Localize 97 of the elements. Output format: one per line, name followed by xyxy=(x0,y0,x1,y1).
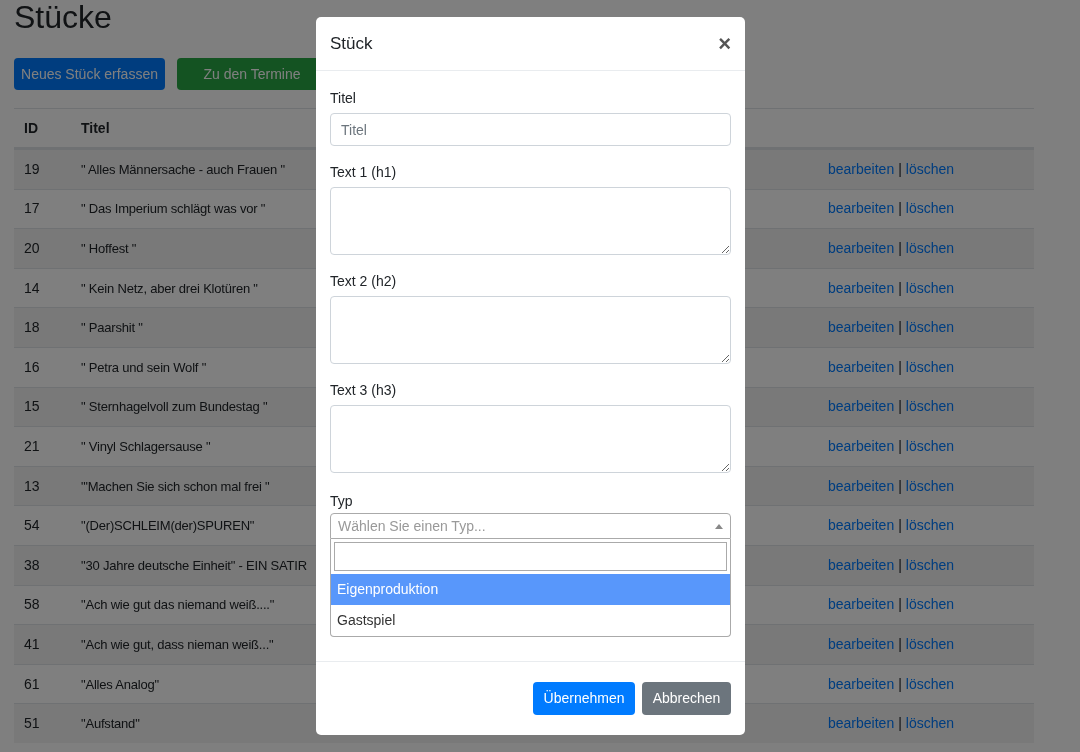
separator-text: | xyxy=(898,516,902,536)
table-cell: " Sternhagelvoll zum Bundestag " xyxy=(81,399,268,415)
edit-link[interactable]: bearbeiten xyxy=(828,277,895,299)
column-header: ID xyxy=(23,118,39,138)
edit-link[interactable]: bearbeiten xyxy=(828,198,895,220)
separator-text: | xyxy=(898,634,902,654)
separator-text: | xyxy=(898,159,902,179)
search-field[interactable] xyxy=(334,542,727,571)
button[interactable]: Abbrechen xyxy=(642,682,731,715)
page-title: Stücke xyxy=(14,0,112,34)
delete-link[interactable]: löschen xyxy=(905,238,955,259)
delete-link[interactable]: löschen xyxy=(905,713,955,735)
delete-link[interactable]: löschen xyxy=(905,317,955,339)
delete-link[interactable]: löschen xyxy=(905,435,955,457)
table-cell: " Kein Netz, aber drei Klotüren " xyxy=(81,280,258,296)
separator-text: | xyxy=(898,555,902,575)
separator-text: | xyxy=(898,278,902,298)
table-cell-text: 38 xyxy=(23,555,41,575)
delete-link[interactable]: löschen xyxy=(905,515,955,537)
button[interactable]: Übernehmen xyxy=(533,682,635,715)
table-cell-text: 15 xyxy=(23,397,41,417)
table-cell-text: 61 xyxy=(23,674,41,694)
separator-text: | xyxy=(898,397,902,417)
edit-link[interactable]: bearbeiten xyxy=(828,396,895,418)
table-cell: "Ach wie gut das niemand weiß...." xyxy=(81,597,275,613)
separator-text: | xyxy=(898,674,902,694)
table-cell-text: 14 xyxy=(23,278,41,298)
edit-link[interactable]: bearbeiten xyxy=(828,633,895,655)
text-area[interactable] xyxy=(330,296,731,364)
table-cell: " Petra und sein Wolf " xyxy=(81,359,207,375)
table-cell-text: 58 xyxy=(23,595,41,615)
text-input[interactable]: Titel xyxy=(330,113,731,146)
edit-link[interactable]: bearbeiten xyxy=(828,356,895,378)
edit-link[interactable]: bearbeiten xyxy=(828,238,895,259)
separator-text: | xyxy=(898,357,902,377)
field-label: Text 3 (h3) xyxy=(330,381,398,400)
separator-text: | xyxy=(898,239,902,258)
dropdown-option[interactable]: Eigenproduktion xyxy=(331,574,730,605)
table-cell-text: 17 xyxy=(23,199,41,219)
field-label: Text 1 (h1) xyxy=(330,163,398,182)
select-field[interactable]: Wählen Sie einen Typ... xyxy=(330,513,731,539)
table-cell: "(Der)SCHLEIM(der)SPUREN" xyxy=(81,518,255,534)
delete-link[interactable]: löschen xyxy=(905,356,955,378)
close-button[interactable]: × xyxy=(718,32,731,55)
table-cell-text: 13 xyxy=(23,476,41,496)
placeholder-text: Wählen Sie einen Typ... xyxy=(338,516,486,536)
table-cell-text: 20 xyxy=(23,239,41,258)
table-cell: " Hoffest " xyxy=(81,241,137,256)
field-label: Titel xyxy=(330,89,357,108)
separator-text: | xyxy=(898,436,902,456)
delete-link[interactable]: löschen xyxy=(905,475,955,497)
delete-link[interactable]: löschen xyxy=(905,673,955,695)
field-label: Text 2 (h2) xyxy=(330,272,398,291)
edit-link[interactable]: bearbeiten xyxy=(828,554,895,576)
separator-text: | xyxy=(898,476,902,496)
table-cell-text: 16 xyxy=(23,357,41,377)
table-cell-text: 18 xyxy=(23,318,41,338)
dropdown-option[interactable]: Gastspiel xyxy=(331,605,730,636)
edit-link[interactable]: bearbeiten xyxy=(828,673,895,695)
delete-link[interactable]: löschen xyxy=(905,158,955,180)
table-cell-text: 51 xyxy=(23,714,41,734)
button[interactable]: Neues Stück erfassen xyxy=(14,58,165,90)
table-cell: "Alles Analog" xyxy=(81,676,159,692)
edit-link[interactable]: bearbeiten xyxy=(828,594,895,616)
delete-link[interactable]: löschen xyxy=(905,198,955,220)
edit-link[interactable]: bearbeiten xyxy=(828,713,895,735)
table-cell: "Aufstand" xyxy=(81,716,140,732)
delete-link[interactable]: löschen xyxy=(905,554,955,576)
delete-link[interactable]: löschen xyxy=(905,594,955,616)
modal-title: Stück xyxy=(330,32,373,55)
table-cell-text: 54 xyxy=(23,516,41,536)
edit-link[interactable]: bearbeiten xyxy=(828,317,895,339)
table-cell: "Ach wie gut, dass nieman weiß..." xyxy=(81,636,274,652)
edit-link[interactable]: bearbeiten xyxy=(828,475,895,497)
delete-link[interactable]: löschen xyxy=(905,277,955,299)
field-label: Typ xyxy=(330,492,354,511)
table-cell-text: 19 xyxy=(23,159,41,179)
table-cell-text: 21 xyxy=(23,436,41,456)
table-cell: " Das Imperium schlägt was vor " xyxy=(81,201,266,217)
delete-link[interactable]: löschen xyxy=(905,633,955,655)
edit-link[interactable]: bearbeiten xyxy=(828,435,895,457)
column-header: Titel xyxy=(81,118,110,138)
separator-text: | xyxy=(898,199,902,219)
table-cell: " Paarshit " xyxy=(81,320,143,336)
separator-text: | xyxy=(898,595,902,615)
table-cell: "30 Jahre deutsche Einheit" - EIN SATIR xyxy=(81,557,307,573)
edit-link[interactable]: bearbeiten xyxy=(828,158,895,180)
table-cell: " Vinyl Schlagersause " xyxy=(81,438,211,454)
text-area[interactable] xyxy=(330,405,731,473)
edit-link[interactable]: bearbeiten xyxy=(828,515,895,537)
table-cell: " Alles Männersache - auch Frauen " xyxy=(81,161,285,177)
separator-text: | xyxy=(898,318,902,338)
separator-text: | xyxy=(898,714,902,734)
table-cell: "'Machen Sie sich schon mal frei " xyxy=(81,478,270,494)
delete-link[interactable]: löschen xyxy=(905,396,955,418)
text-area[interactable] xyxy=(330,187,731,255)
table-cell-text: 41 xyxy=(23,634,41,654)
